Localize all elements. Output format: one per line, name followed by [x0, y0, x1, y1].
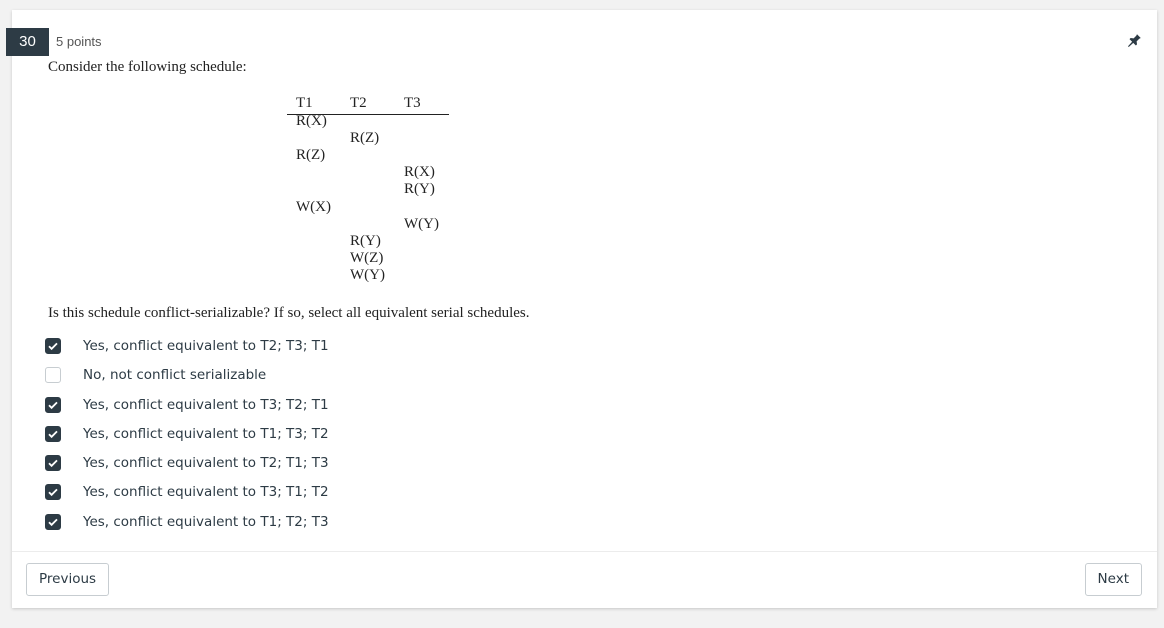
pin-icon[interactable]	[1125, 32, 1143, 50]
schedule-operation: R(Z)	[350, 130, 380, 146]
schedule-header-t1: T1	[296, 95, 313, 111]
answer-checkbox[interactable]	[45, 367, 61, 383]
schedule-operation: W(X)	[296, 199, 331, 215]
answer-option-4[interactable]: Yes, conflict equivalent to T1; T3; T2	[45, 424, 329, 444]
check-icon	[48, 459, 58, 468]
schedule-table: T1 T2 T3 R(X) R(Z) R(Z) R(X) R(Y) W(X) W…	[287, 95, 449, 295]
check-icon	[48, 488, 58, 497]
answer-option-6[interactable]: Yes, conflict equivalent to T3; T1; T2	[45, 482, 329, 502]
schedule-operation: R(Z)	[296, 147, 326, 163]
check-icon	[48, 430, 58, 439]
question-prompt: Consider the following schedule:	[48, 59, 247, 75]
question-number: 30	[6, 28, 49, 56]
answer-label: Yes, conflict equivalent to T1; T3; T2	[83, 426, 329, 442]
question-points: 5 points	[56, 34, 102, 49]
answer-label: Yes, conflict equivalent to T3; T1; T2	[83, 484, 329, 500]
schedule-operation: R(Y)	[350, 233, 381, 249]
footer-divider	[12, 551, 1157, 552]
previous-button[interactable]: Previous	[26, 563, 110, 596]
schedule-header-t3: T3	[404, 95, 421, 111]
answer-checkbox[interactable]	[45, 338, 61, 354]
answer-option-5[interactable]: Yes, conflict equivalent to T2; T1; T3	[45, 453, 329, 473]
answer-label: Yes, conflict equivalent to T2; T3; T1	[83, 338, 329, 354]
answer-label: No, not conflict serializable	[83, 367, 267, 383]
answer-option-3[interactable]: Yes, conflict equivalent to T3; T2; T1	[45, 395, 329, 415]
answer-option-1[interactable]: Yes, conflict equivalent to T2; T3; T1	[45, 336, 329, 356]
answer-checkbox[interactable]	[45, 484, 61, 500]
schedule-operation: W(Z)	[350, 250, 384, 266]
check-icon	[48, 342, 58, 351]
answer-checkbox[interactable]	[45, 397, 61, 413]
schedule-operation: R(X)	[404, 164, 435, 180]
schedule-operation: W(Y)	[404, 216, 439, 232]
answer-label: Yes, conflict equivalent to T1; T2; T3	[83, 514, 329, 530]
schedule-header-t2: T2	[350, 95, 367, 111]
check-icon	[48, 518, 58, 527]
schedule-operation: W(Y)	[350, 267, 385, 283]
schedule-operation: R(X)	[296, 113, 327, 129]
answer-label: Yes, conflict equivalent to T3; T2; T1	[83, 397, 329, 413]
answer-label: Yes, conflict equivalent to T2; T1; T3	[83, 455, 329, 471]
answer-option-2[interactable]: No, not conflict serializable	[45, 365, 266, 385]
answer-checkbox[interactable]	[45, 426, 61, 442]
schedule-operation: R(Y)	[404, 181, 435, 197]
check-icon	[48, 401, 58, 410]
answer-checkbox[interactable]	[45, 455, 61, 471]
next-button[interactable]: Next	[1084, 563, 1142, 596]
answer-checkbox[interactable]	[45, 514, 61, 530]
answer-option-7[interactable]: Yes, conflict equivalent to T1; T2; T3	[45, 512, 329, 532]
question-card: 30 5 points Consider the following sched…	[6, 10, 1157, 608]
question-text: Is this schedule conflict-serializable? …	[48, 305, 530, 321]
